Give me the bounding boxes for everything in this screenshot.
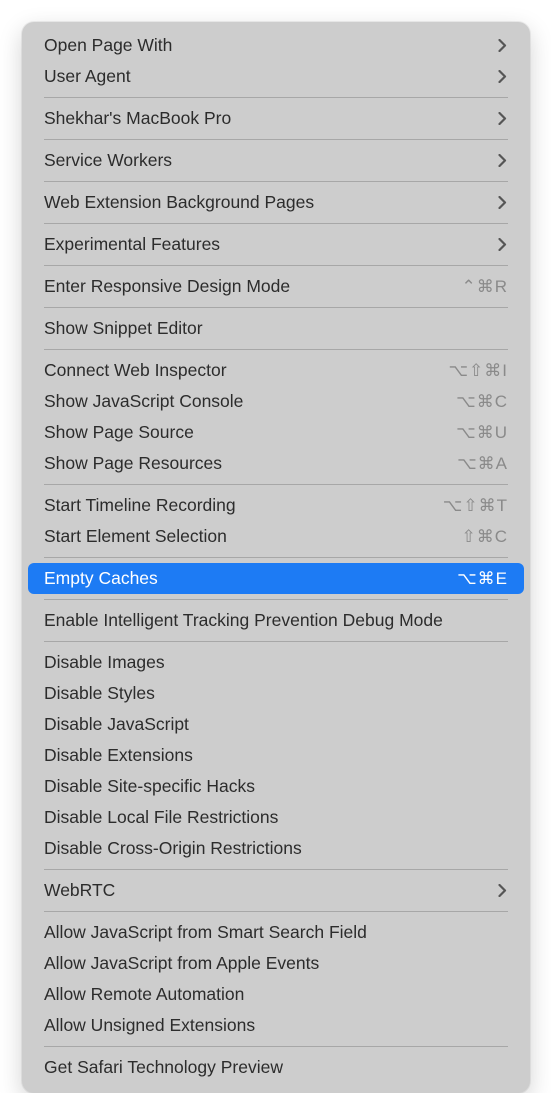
menu-item-label: Show Page Resources	[44, 452, 457, 475]
menu-item-element-selection[interactable]: Start Element Selection⇧⌘C	[22, 521, 530, 552]
menu-item-label: Disable Images	[44, 651, 508, 674]
menu-item-label: Service Workers	[44, 149, 498, 172]
menu-item-label: Disable Cross-Origin Restrictions	[44, 837, 508, 860]
menu-separator	[44, 223, 508, 224]
menu-item-itp-debug[interactable]: Enable Intelligent Tracking Prevention D…	[22, 605, 530, 636]
menu-item-label: Shekhar's MacBook Pro	[44, 107, 498, 130]
menu-item-shortcut: ⌥⇧⌘I	[448, 359, 508, 382]
menu-item-shortcut: ⌃⌘R	[461, 275, 508, 298]
menu-separator	[44, 599, 508, 600]
menu-item-label: Get Safari Technology Preview	[44, 1056, 508, 1079]
menu-item-shortcut: ⌥⌘U	[456, 421, 508, 444]
menu-item-label: Allow Unsigned Extensions	[44, 1014, 508, 1037]
menu-separator	[44, 557, 508, 558]
menu-item-shortcut: ⌥⌘C	[456, 390, 508, 413]
menu-item-label: WebRTC	[44, 879, 498, 902]
chevron-right-icon	[498, 238, 508, 252]
menu-separator	[44, 181, 508, 182]
menu-separator	[44, 139, 508, 140]
menu-item-allow-remote-automation[interactable]: Allow Remote Automation	[22, 979, 530, 1010]
menu-item-label: Enable Intelligent Tracking Prevention D…	[44, 609, 508, 632]
menu-separator	[44, 484, 508, 485]
menu-item-disable-js[interactable]: Disable JavaScript	[22, 709, 530, 740]
menu-item-shortcut: ⌥⌘A	[457, 452, 508, 475]
menu-item-label: Enter Responsive Design Mode	[44, 275, 461, 298]
menu-item-label: Allow Remote Automation	[44, 983, 508, 1006]
menu-item-web-extension-bg[interactable]: Web Extension Background Pages	[22, 187, 530, 218]
menu-item-allow-js-apple-events[interactable]: Allow JavaScript from Apple Events	[22, 948, 530, 979]
menu-item-label: Empty Caches	[44, 567, 457, 590]
menu-item-label: Show Snippet Editor	[44, 317, 508, 340]
menu-separator	[44, 641, 508, 642]
menu-item-device-name[interactable]: Shekhar's MacBook Pro	[22, 103, 530, 134]
menu-item-label: Open Page With	[44, 34, 498, 57]
chevron-right-icon	[498, 154, 508, 168]
menu-item-snippet-editor[interactable]: Show Snippet Editor	[22, 313, 530, 344]
menu-item-label: Experimental Features	[44, 233, 498, 256]
chevron-right-icon	[498, 884, 508, 898]
menu-item-page-source[interactable]: Show Page Source⌥⌘U	[22, 417, 530, 448]
menu-item-safari-tech-preview[interactable]: Get Safari Technology Preview	[22, 1052, 530, 1083]
menu-item-connect-web-inspector[interactable]: Connect Web Inspector⌥⇧⌘I	[22, 355, 530, 386]
menu-separator	[44, 869, 508, 870]
menu-separator	[44, 265, 508, 266]
menu-item-timeline-recording[interactable]: Start Timeline Recording⌥⇧⌘T	[22, 490, 530, 521]
menu-item-label: Allow JavaScript from Apple Events	[44, 952, 508, 975]
menu-item-label: Disable JavaScript	[44, 713, 508, 736]
menu-item-disable-styles[interactable]: Disable Styles	[22, 678, 530, 709]
menu-item-experimental-features[interactable]: Experimental Features	[22, 229, 530, 260]
menu-item-service-workers[interactable]: Service Workers	[22, 145, 530, 176]
menu-separator	[44, 1046, 508, 1047]
menu-item-label: User Agent	[44, 65, 498, 88]
menu-item-user-agent[interactable]: User Agent	[22, 61, 530, 92]
menu-item-label: Disable Local File Restrictions	[44, 806, 508, 829]
chevron-right-icon	[498, 112, 508, 126]
menu-item-webrtc[interactable]: WebRTC	[22, 875, 530, 906]
menu-separator	[44, 307, 508, 308]
menu-separator	[44, 97, 508, 98]
menu-item-label: Disable Extensions	[44, 744, 508, 767]
menu-item-label: Disable Site-specific Hacks	[44, 775, 508, 798]
menu-item-disable-site-hacks[interactable]: Disable Site-specific Hacks	[22, 771, 530, 802]
menu-item-shortcut: ⌥⇧⌘T	[443, 494, 508, 517]
menu-item-disable-local-file[interactable]: Disable Local File Restrictions	[22, 802, 530, 833]
menu-item-label: Show JavaScript Console	[44, 390, 456, 413]
menu-item-disable-images[interactable]: Disable Images	[22, 647, 530, 678]
menu-item-responsive-design-mode[interactable]: Enter Responsive Design Mode⌃⌘R	[22, 271, 530, 302]
menu-item-empty-caches[interactable]: Empty Caches⌥⌘E	[28, 563, 524, 594]
menu-item-shortcut: ⇧⌘C	[461, 525, 508, 548]
menu-item-label: Show Page Source	[44, 421, 456, 444]
menu-item-allow-js-search[interactable]: Allow JavaScript from Smart Search Field	[22, 917, 530, 948]
menu-separator	[44, 911, 508, 912]
menu-item-shortcut: ⌥⌘E	[457, 567, 508, 590]
menu-item-disable-cors[interactable]: Disable Cross-Origin Restrictions	[22, 833, 530, 864]
menu-item-open-page-with[interactable]: Open Page With	[22, 30, 530, 61]
menu-item-disable-extensions[interactable]: Disable Extensions	[22, 740, 530, 771]
menu-item-label: Start Timeline Recording	[44, 494, 443, 517]
menu-item-js-console[interactable]: Show JavaScript Console⌥⌘C	[22, 386, 530, 417]
menu-separator	[44, 349, 508, 350]
menu-item-page-resources[interactable]: Show Page Resources⌥⌘A	[22, 448, 530, 479]
menu-item-label: Allow JavaScript from Smart Search Field	[44, 921, 508, 944]
chevron-right-icon	[498, 196, 508, 210]
menu-item-allow-unsigned-ext[interactable]: Allow Unsigned Extensions	[22, 1010, 530, 1041]
chevron-right-icon	[498, 39, 508, 53]
menu-item-label: Web Extension Background Pages	[44, 191, 498, 214]
develop-menu: Open Page With User Agent Shekhar's MacBoo…	[22, 22, 530, 1093]
chevron-right-icon	[498, 70, 508, 84]
menu-item-label: Start Element Selection	[44, 525, 461, 548]
menu-item-label: Connect Web Inspector	[44, 359, 448, 382]
menu-item-label: Disable Styles	[44, 682, 508, 705]
